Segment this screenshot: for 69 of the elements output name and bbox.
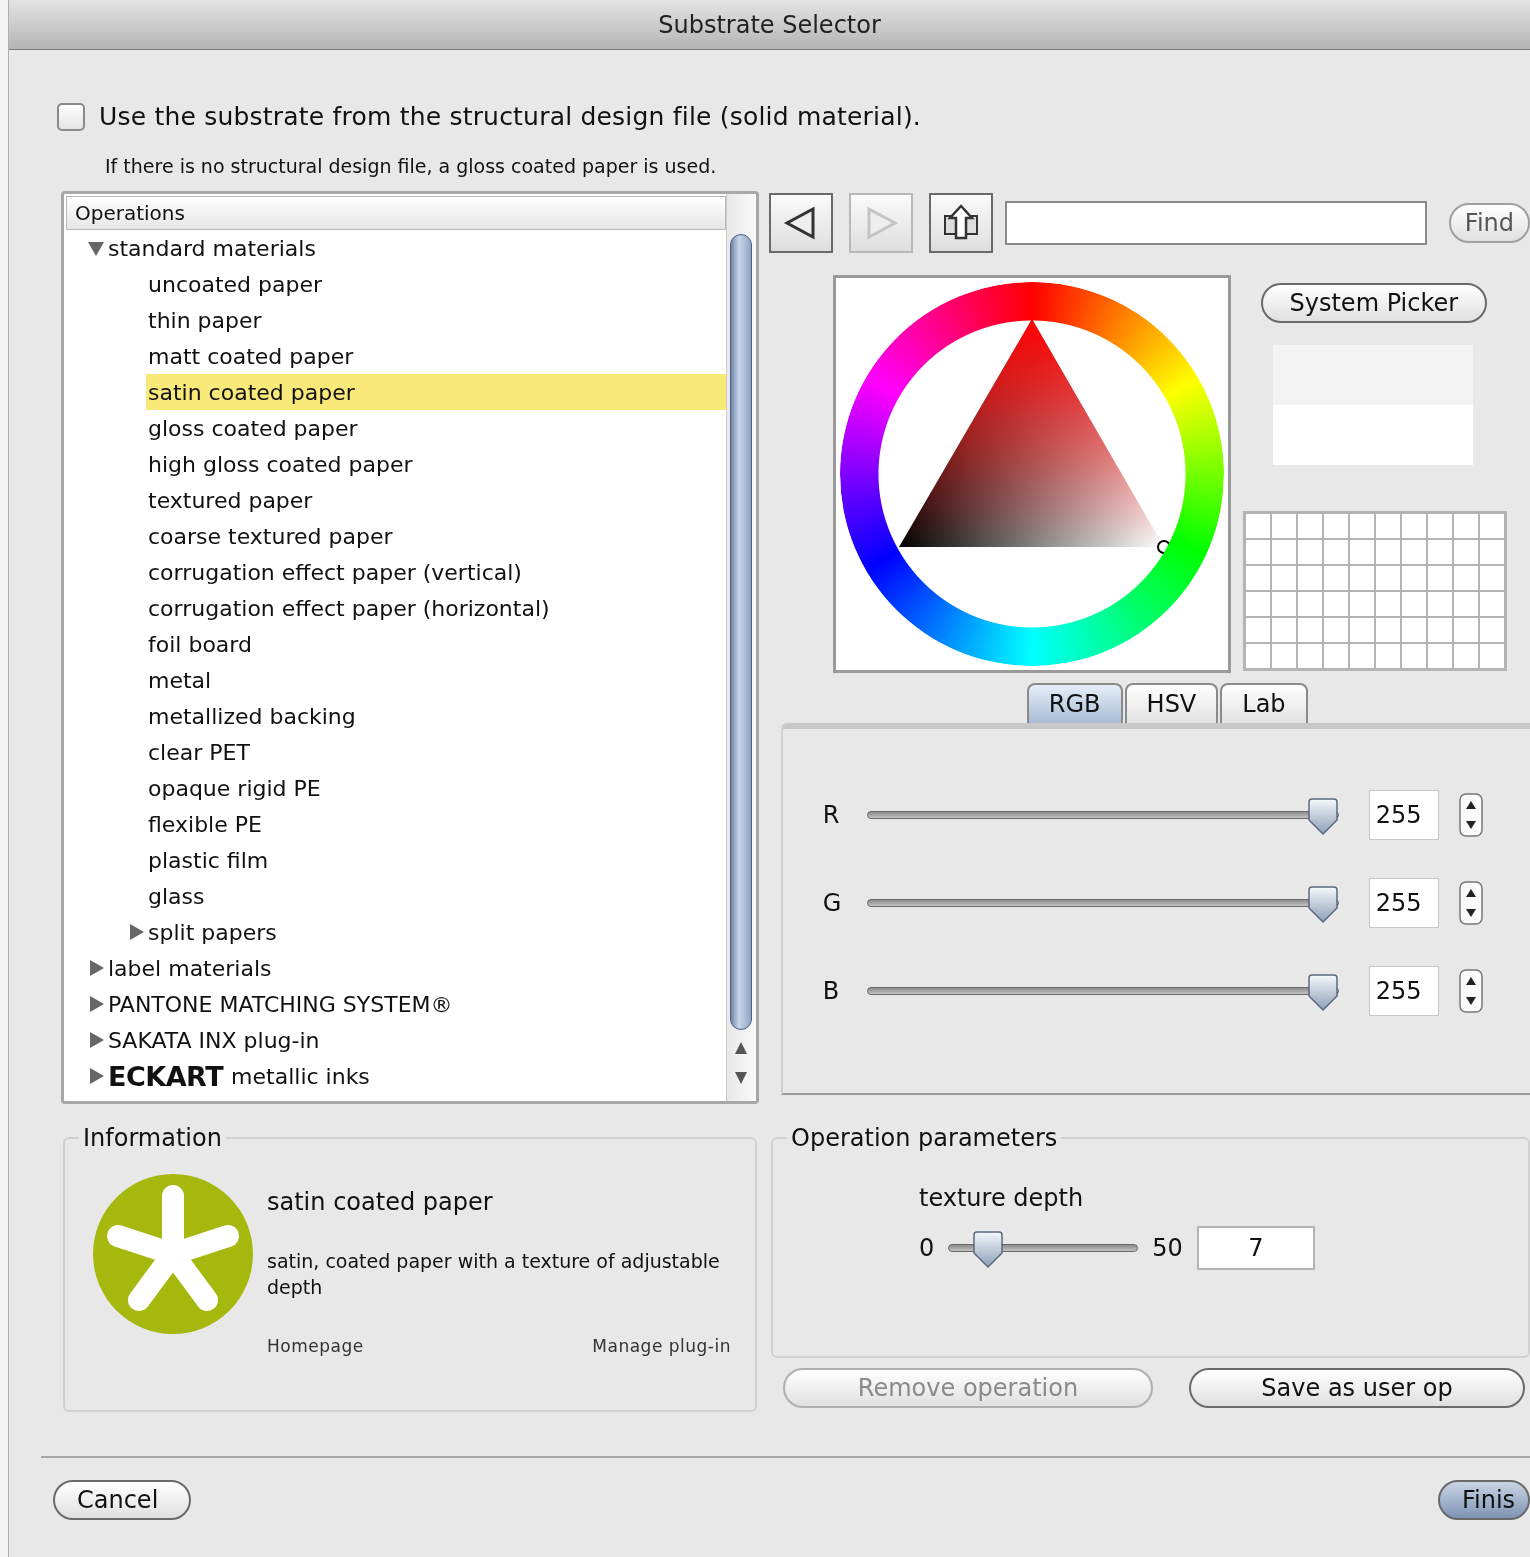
slider-min-label: 0: [919, 1234, 935, 1262]
value-field[interactable]: 255: [1368, 790, 1439, 840]
tree-item[interactable]: gloss coated paper: [146, 410, 726, 446]
tree-item[interactable]: split papers: [146, 914, 726, 950]
material-description: satin, coated paper with a texture of adjustable depth: [267, 1249, 721, 1300]
cancel-button[interactable]: Cancel: [53, 1480, 191, 1520]
column-header[interactable]: Operations: [66, 196, 726, 230]
color-wheel-drawing[interactable]: [832, 275, 1231, 673]
color-swatch-grid[interactable]: [1242, 511, 1507, 671]
tree-item[interactable]: thin paper: [146, 302, 726, 338]
upload-button[interactable]: [928, 193, 993, 253]
tree-item[interactable]: uncoated paper: [146, 266, 726, 302]
tree-item[interactable]: standard materials: [106, 230, 726, 266]
window-title: Substrate Selector: [658, 10, 881, 39]
tree-item[interactable]: coarse textured paper: [146, 518, 726, 554]
tree-item[interactable]: foil board: [146, 626, 726, 662]
tab[interactable]: HSV: [1124, 683, 1219, 723]
checkbox-label[interactable]: Use the substrate from the structural design file (solid material).: [99, 102, 921, 131]
slider-thumb[interactable]: [1305, 886, 1340, 924]
tree-item[interactable]: flexible PE: [146, 806, 726, 842]
link[interactable]: Homepage: [267, 1336, 364, 1356]
tree-item[interactable]: metal: [146, 662, 726, 698]
slider-thumb[interactable]: [1305, 798, 1340, 836]
channel-label: B: [821, 977, 841, 1005]
scrollbar-thumb[interactable]: [730, 234, 753, 1030]
tree-item[interactable]: matt coated paper: [146, 338, 726, 374]
stepper[interactable]: [1458, 881, 1483, 925]
tree-item[interactable]: label materials: [106, 950, 726, 986]
tab[interactable]: Lab: [1220, 683, 1308, 723]
search-field[interactable]: [1004, 201, 1427, 245]
link[interactable]: Manage plug-in: [592, 1336, 731, 1356]
value-field[interactable]: 255: [1368, 966, 1439, 1016]
stepper[interactable]: [1458, 969, 1483, 1013]
asterisk-icon: [93, 1174, 253, 1334]
slider-thumb[interactable]: [971, 1231, 1006, 1269]
slider-max-label: 50: [1152, 1234, 1183, 1262]
tree-item[interactable]: satin coated paper: [146, 374, 726, 410]
slider-thumb[interactable]: [1305, 974, 1340, 1012]
tree-item[interactable]: plastic film: [146, 842, 726, 878]
system-picker-button[interactable]: System Picker: [1260, 283, 1487, 323]
finish-button[interactable]: Finis: [1438, 1480, 1530, 1520]
tree-item[interactable]: corrugation effect paper (horizontal): [146, 590, 726, 626]
find-button[interactable]: Find: [1448, 203, 1530, 243]
hint-text: If there is no structural design file, a gloss coated paper is used.: [105, 155, 718, 177]
tree-item[interactable]: PANTONE MATCHING SYSTEM®: [106, 986, 726, 1022]
group-title: Information: [82, 1124, 223, 1152]
tree-item[interactable]: metallized backing: [146, 698, 726, 734]
tree-item[interactable]: opaque rigid PE: [146, 770, 726, 806]
value-field[interactable]: 255: [1368, 878, 1439, 928]
checkbox[interactable]: [57, 102, 85, 131]
value-field[interactable]: 7: [1196, 1226, 1315, 1270]
parameter-label: texture depth: [919, 1184, 1085, 1212]
group-title: Operation parameters: [790, 1124, 1059, 1152]
tree-item[interactable]: textured paper: [146, 482, 726, 518]
tree-item[interactable]: clear PET: [146, 734, 726, 770]
tree-item[interactable]: corrugation effect paper (vertical): [146, 554, 726, 590]
tree-item[interactable]: glass: [146, 878, 726, 914]
tree-item[interactable]: SAKATA INX plug-in: [106, 1022, 726, 1058]
channel-label: R: [821, 801, 841, 829]
save-button[interactable]: Save as user op: [1189, 1368, 1525, 1408]
up-arrow-icon: [941, 204, 980, 242]
channel-label: G: [821, 889, 843, 917]
tab[interactable]: RGB: [1026, 683, 1123, 723]
tree-item[interactable]: ECKART metallic inks: [106, 1058, 726, 1094]
tree-item[interactable]: high gloss coated paper: [146, 446, 726, 482]
stepper[interactable]: [1458, 793, 1483, 837]
scrollbar[interactable]: [725, 194, 756, 1101]
material-name: satin coated paper: [267, 1188, 494, 1216]
back-button[interactable]: [768, 193, 833, 253]
